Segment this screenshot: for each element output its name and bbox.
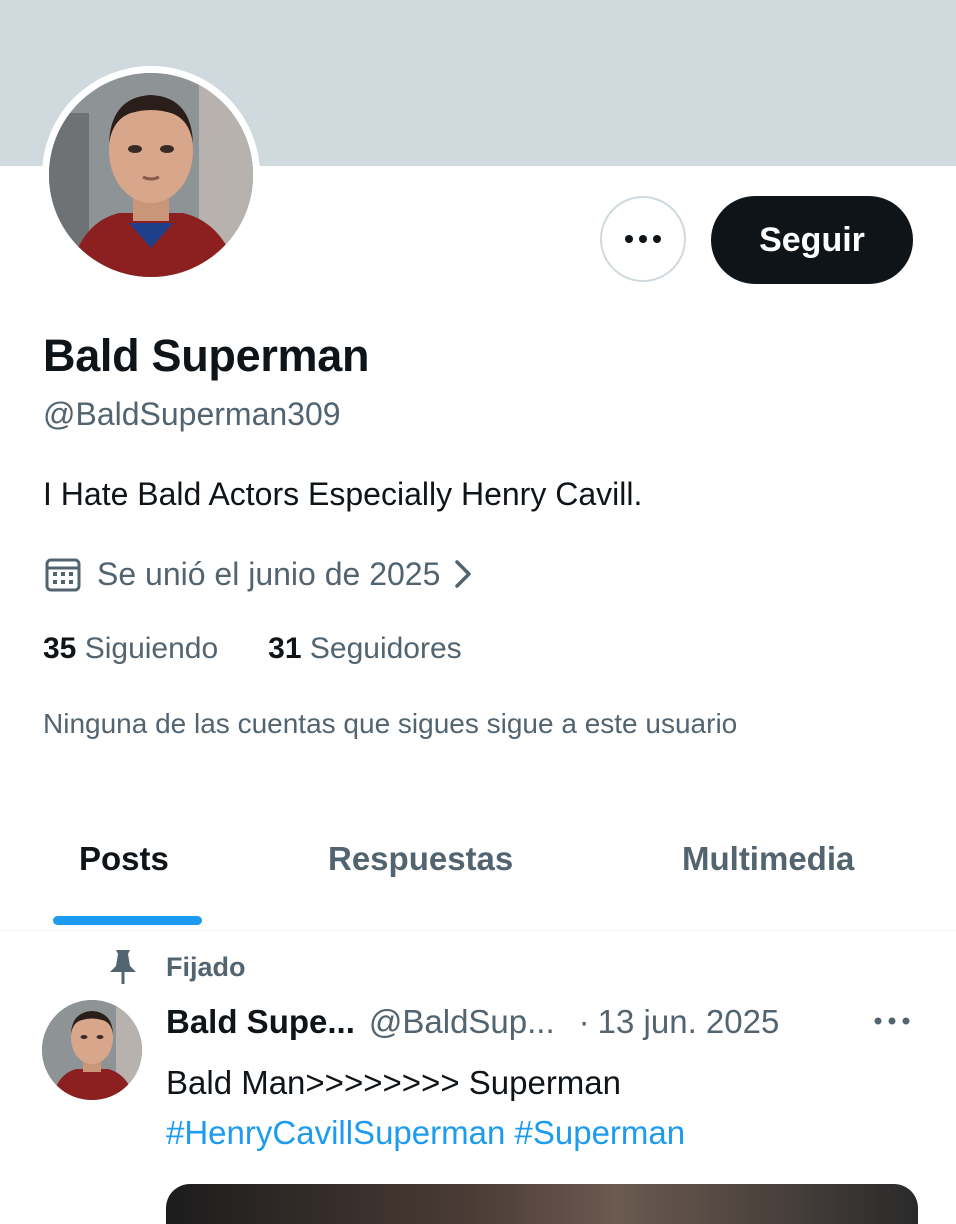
following-label: Siguiendo	[84, 632, 219, 665]
chevron-right-icon	[455, 560, 472, 588]
post-avatar-image	[42, 1000, 142, 1100]
followers-stat[interactable]: 31 Seguidores	[268, 632, 462, 666]
post-author-avatar[interactable]	[42, 1000, 142, 1100]
post-media-preview[interactable]	[166, 1184, 918, 1224]
following-stat[interactable]: 35 Siguiendo	[43, 632, 218, 666]
profile-display-name: Bald Superman	[43, 330, 370, 381]
post-date[interactable]: 13 jun. 2025	[598, 1003, 780, 1041]
followers-label: Seguidores	[309, 632, 462, 665]
active-tab-indicator	[53, 916, 202, 925]
post-author-handle[interactable]: @BaldSup...	[369, 1003, 555, 1041]
more-horizontal-icon	[625, 235, 661, 243]
calendar-icon	[45, 558, 81, 592]
follow-stats: 35 Siguiendo 31 Seguidores	[43, 632, 462, 666]
follow-button[interactable]: Seguir	[711, 196, 913, 284]
tab-respuestas[interactable]: Respuestas	[328, 840, 513, 878]
post-body: Bald Man>>>>>>>> Superman #HenryCavillSu…	[166, 1058, 685, 1158]
post-header: Bald Supe... @BaldSup... · 13 jun. 2025	[166, 1003, 918, 1041]
pinned-label: Fijado	[166, 951, 246, 982]
avatar-image	[49, 73, 253, 277]
tab-posts[interactable]: Posts	[79, 840, 169, 878]
post-hashtags: #HenryCavillSuperman #Superman	[166, 1108, 685, 1158]
profile-avatar[interactable]	[49, 73, 253, 277]
followed-by-note: Ninguna de las cuentas que sigues sigue …	[43, 708, 738, 739]
profile-avatar-frame	[42, 66, 260, 284]
post-text: Bald Man>>>>>>>> Superman	[166, 1064, 622, 1101]
profile-bio: I Hate Bald Actors Especially Henry Cavi…	[43, 476, 643, 512]
post-more-icon[interactable]	[872, 1011, 912, 1031]
post-separator: ·	[578, 1003, 590, 1040]
tab-multimedia[interactable]: Multimedia	[682, 840, 854, 878]
hashtag-link[interactable]: #HenryCavillSuperman	[166, 1114, 505, 1151]
hashtag-link[interactable]: #Superman	[515, 1114, 686, 1151]
pin-icon	[110, 950, 136, 984]
more-options-button[interactable]	[600, 196, 686, 282]
pinned-indicator: Fijado	[108, 948, 246, 986]
following-count: 35	[43, 632, 77, 665]
profile-handle: @BaldSuperman309	[43, 396, 341, 432]
join-date-label: Se unió el junio de 2025	[97, 555, 441, 592]
post-author-name[interactable]: Bald Supe...	[166, 1003, 355, 1041]
profile-tabs: Posts Respuestas Multimedia	[0, 820, 956, 931]
followers-count: 31	[268, 632, 302, 665]
join-date[interactable]: Se unió el junio de 2025	[43, 551, 476, 597]
